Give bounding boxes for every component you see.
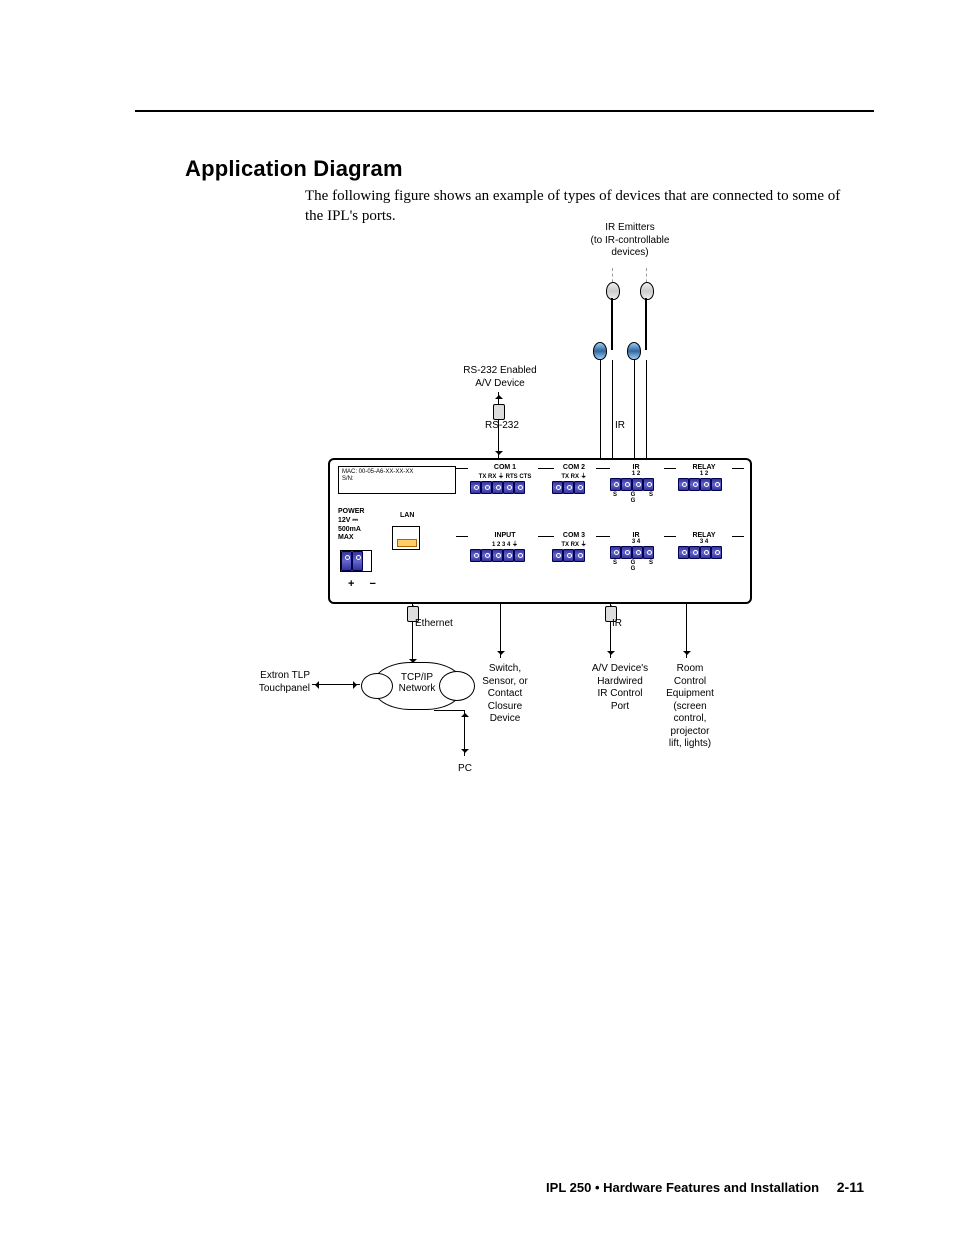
mac-sn-box: MAC: 00-05-A6-XX-XX-XX S/N: (338, 466, 456, 494)
com1-pins: TX RX ⏚ RTS CTS (470, 471, 540, 480)
ir-plug (593, 342, 607, 360)
footer-text: IPL 250 • Hardware Features and Installa… (546, 1180, 819, 1195)
section-heading: Application Diagram (185, 156, 874, 182)
ir-label-bottom: IR (612, 618, 652, 631)
ir12-sgsg: S G S G (610, 492, 662, 504)
ethernet-label: Ethernet (415, 618, 475, 631)
input-cable (500, 602, 501, 658)
ir12-block (610, 478, 662, 491)
ir-stem (611, 298, 613, 350)
ir12-pins: 1 2 (610, 471, 662, 477)
lan-port (392, 526, 420, 550)
ir-cable (646, 360, 647, 458)
rs232-plug (493, 404, 505, 420)
polarity-label: + − (348, 578, 382, 590)
switch-sensor-label: Switch, Sensor, or Contact Closure Devic… (470, 663, 540, 726)
ir-plug (627, 342, 641, 360)
page-number: 2-11 (837, 1179, 864, 1195)
com3-pins: TX RX ⏚ (552, 539, 596, 548)
relay34-pins: 3 4 (678, 539, 730, 545)
ir-stem (645, 298, 647, 350)
rs232-device-label: RS-232 Enabled A/V Device (440, 365, 560, 390)
relay12-pins: 1 2 (678, 471, 730, 477)
relay-cable (686, 602, 687, 658)
cloud-label: TCP/IP Network (386, 672, 448, 694)
pc-hline (434, 710, 464, 711)
com3-title: COM 3 (552, 532, 596, 539)
input-block (470, 549, 540, 562)
application-diagram: IR Emitters (to IR-controllable devices)… (300, 220, 800, 800)
relay12-title: RELAY (678, 464, 730, 471)
ir-emitters-label: IR Emitters (to IR-controllable devices) (570, 222, 690, 260)
ir34-title: IR (610, 532, 662, 539)
room-control-label: Room Control Equipment (screen control, … (650, 663, 730, 751)
ir-label-top: IR (615, 420, 655, 433)
extron-tlp-label: Extron TLP Touchpanel (230, 670, 310, 695)
com1-block (470, 481, 540, 494)
com2-title: COM 2 (552, 464, 596, 471)
relay34-block (678, 546, 730, 559)
av-device-ir-label: A/V Device's Hardwired IR Control Port (580, 663, 660, 713)
lan-label: LAN (400, 512, 414, 519)
ir12-title: IR (610, 464, 662, 471)
power-label: POWER 12V ⎓ 500mA MAX (338, 508, 364, 543)
pc-line (464, 710, 465, 756)
power-port (340, 550, 372, 572)
ipl-rear-panel: MAC: 00-05-A6-XX-XX-XX S/N: POWER 12V ⎓ … (328, 458, 752, 604)
rs232-label: RS-232 (485, 420, 545, 433)
ir-cable (612, 360, 613, 458)
com1-title: COM 1 (470, 464, 540, 471)
ir-cable (600, 360, 601, 458)
mac-text: MAC: 00-05-A6-XX-XX-XX (342, 469, 452, 476)
input-pins: 1 2 3 4 ⏚ (470, 539, 540, 548)
input-title: INPUT (470, 532, 540, 539)
tlp-line (312, 684, 360, 685)
top-rule (135, 110, 874, 112)
sn-text: S/N: (342, 476, 452, 483)
relay34-title: RELAY (678, 532, 730, 539)
relay12-block (678, 478, 730, 491)
ir34-sgsg: S G S G (610, 560, 662, 572)
ir-emitter-head (606, 282, 620, 300)
ir34-block (610, 546, 662, 559)
com3-block (552, 549, 596, 562)
pc-label: PC (450, 763, 480, 776)
ir-emitter-head (640, 282, 654, 300)
ir34-pins: 3 4 (610, 539, 662, 545)
ir-cable (634, 360, 635, 458)
com2-pins: TX RX ⏚ (552, 471, 596, 480)
page-footer: IPL 250 • Hardware Features and Installa… (546, 1179, 864, 1195)
com2-block (552, 481, 596, 494)
